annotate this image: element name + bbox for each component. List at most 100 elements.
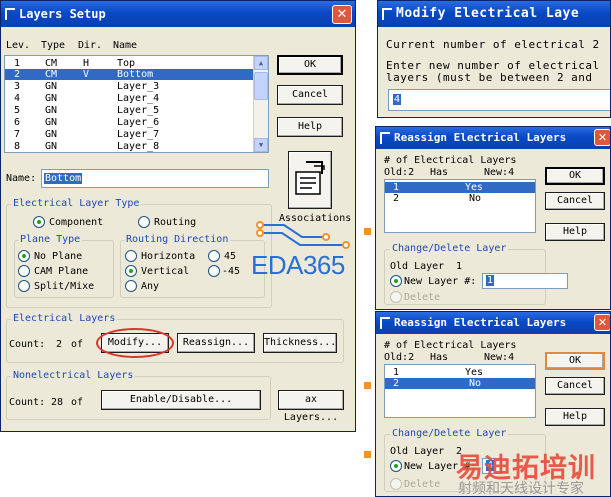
list-item-selected[interactable]: 1 Yes <box>385 182 535 193</box>
diagm45-radio[interactable] <box>208 265 220 277</box>
max-layers-button[interactable]: ax Layers... <box>278 390 344 423</box>
new-layer-input[interactable]: 1 <box>482 273 568 289</box>
horizontal-radio[interactable] <box>125 250 137 262</box>
brand-watermark: 易迪拓培训 射频和天线设计专家 <box>456 446 611 497</box>
routing-label: Routing <box>154 217 197 228</box>
row-name: Layer_6 <box>117 117 160 128</box>
ok-button[interactable]: OK <box>277 55 343 75</box>
row-type: CM <box>45 69 58 80</box>
modify-titlebar[interactable]: Modify Electrical Laye <box>378 1 610 27</box>
new-layer-radio[interactable] <box>390 275 402 287</box>
ok-button[interactable]: OK <box>545 352 605 370</box>
no-plane-radio[interactable] <box>18 250 30 262</box>
associations-icon-button[interactable] <box>288 151 332 209</box>
app-icon <box>382 8 392 20</box>
reassign-list[interactable]: 1 Yes 2 No <box>384 179 536 233</box>
close-button[interactable]: ✕ <box>332 5 352 24</box>
cancel-button[interactable]: Cancel <box>545 192 605 210</box>
any-label: Any <box>141 281 160 292</box>
reassign-list[interactable]: 1 Yes 2 No <box>384 364 536 418</box>
layers-setup-titlebar[interactable]: Layers Setup <box>1 1 355 27</box>
row-type: GN <box>45 93 58 104</box>
app-icon <box>380 132 390 144</box>
table-row[interactable]: 4 GN Layer_4 <box>5 93 268 104</box>
elec-count-value: 2 <box>56 339 63 350</box>
must-be-between-text: layers (must be between 2 and <box>386 71 593 84</box>
orange-marker <box>364 382 371 389</box>
layers-setup-dialog: Layers Setup ✕ Lev. Type Dir. Name 1 CM … <box>0 0 356 432</box>
row-lev: 3 <box>14 81 21 92</box>
old-layer-label: Old Layer <box>390 446 445 457</box>
new-label: New:4 <box>484 167 515 178</box>
name-input[interactable]: Bottom <box>41 169 269 188</box>
routing-radio[interactable] <box>138 216 150 228</box>
diag45-label: 45 <box>224 251 237 262</box>
reassign-2-title: Reassign Electrical Layers <box>394 316 567 329</box>
cancel-button[interactable]: Cancel <box>545 377 605 395</box>
scroll-up-arrow-icon[interactable]: ▲ <box>254 56 268 70</box>
help-button[interactable]: Help <box>545 408 605 426</box>
electrical-layers-label: Electrical Layers <box>11 313 118 324</box>
name-value: Bottom <box>44 173 83 184</box>
component-label: Component <box>49 217 104 228</box>
reassign-2-titlebar[interactable]: Reassign Electrical Layers <box>376 312 610 334</box>
table-row[interactable]: 6 GN Layer_6 <box>5 117 268 128</box>
new-layer-radio[interactable] <box>390 460 402 472</box>
cam-plane-label: CAM Plane <box>34 266 89 277</box>
close-button[interactable]: ✕ <box>594 314 610 331</box>
new-layer-count-input[interactable]: 4 <box>388 89 610 111</box>
has-label: Has <box>430 352 449 363</box>
ok-button[interactable]: OK <box>545 167 605 185</box>
layers-list[interactable]: 1 CM H Top 2 CM V Bottom 3 GN Layer_3 4 … <box>4 55 269 153</box>
help-label: Help <box>297 121 323 132</box>
item-layer: 2 <box>393 193 400 204</box>
table-row[interactable]: 8 GN Layer_8 <box>5 141 268 152</box>
list-item[interactable]: 1 Yes <box>385 367 535 378</box>
split-mixed-radio[interactable] <box>18 280 30 292</box>
reassign-1-titlebar[interactable]: Reassign Electrical Layers <box>376 127 610 149</box>
table-row[interactable]: 3 GN Layer_3 <box>5 81 268 92</box>
diag45-radio[interactable] <box>208 250 220 262</box>
col-header-lev: Lev. <box>6 40 31 51</box>
row-type: GN <box>45 117 58 128</box>
num-elec-layers-label: # of Electrical Layers <box>384 155 517 166</box>
component-radio[interactable] <box>33 216 45 228</box>
item-has: No <box>469 378 482 389</box>
row-lev: 7 <box>14 129 21 140</box>
help-button[interactable]: Help <box>545 223 605 241</box>
table-row[interactable]: 1 CM H Top <box>5 58 268 69</box>
reassign-button[interactable]: Reassign... <box>177 333 255 353</box>
row-type: CM <box>45 58 58 69</box>
modify-highlight-ellipse <box>96 328 174 358</box>
old-layer-value: 1 <box>456 261 463 272</box>
change-delete-label: Change/Delete Layer <box>390 243 509 254</box>
row-dir: H <box>83 58 90 69</box>
table-row-selected[interactable]: 2 CM V Bottom <box>5 69 268 80</box>
enable-disable-button[interactable]: Enable/Disable... <box>101 390 261 410</box>
list-item-selected[interactable]: 2 No <box>385 378 535 389</box>
list-item[interactable]: 2 No <box>385 193 535 204</box>
any-radio[interactable] <box>125 280 137 292</box>
help-button[interactable]: Help <box>277 117 343 137</box>
delete-radio[interactable] <box>390 478 402 490</box>
layers-setup-title: Layers Setup <box>19 7 106 21</box>
table-row[interactable]: 5 GN Layer_5 <box>5 105 268 116</box>
row-type: GN <box>45 105 58 116</box>
table-row[interactable]: 7 GN Layer_7 <box>5 129 268 140</box>
cam-plane-radio[interactable] <box>18 265 30 277</box>
cancel-button[interactable]: Cancel <box>277 85 343 105</box>
scroll-thumb[interactable] <box>254 72 268 100</box>
vertical-radio[interactable] <box>125 265 137 277</box>
delete-radio[interactable] <box>390 291 402 303</box>
list-scrollbar[interactable]: ▲ ▼ <box>253 56 268 152</box>
row-type: GN <box>45 81 58 92</box>
current-number-text: Current number of electrical 2 <box>386 38 600 51</box>
close-button[interactable]: ✕ <box>594 129 610 146</box>
change-delete-label: Change/Delete Layer <box>390 428 509 439</box>
thickness-button[interactable]: Thickness... <box>263 333 337 353</box>
col-header-dir: Dir. <box>78 40 103 51</box>
row-lev: 1 <box>14 58 21 69</box>
horizontal-label: Horizonta <box>141 251 196 262</box>
scroll-down-arrow-icon[interactable]: ▼ <box>254 138 268 152</box>
reassign-dialog-1: Reassign Electrical Layers ✕ # of Electr… <box>375 126 611 310</box>
